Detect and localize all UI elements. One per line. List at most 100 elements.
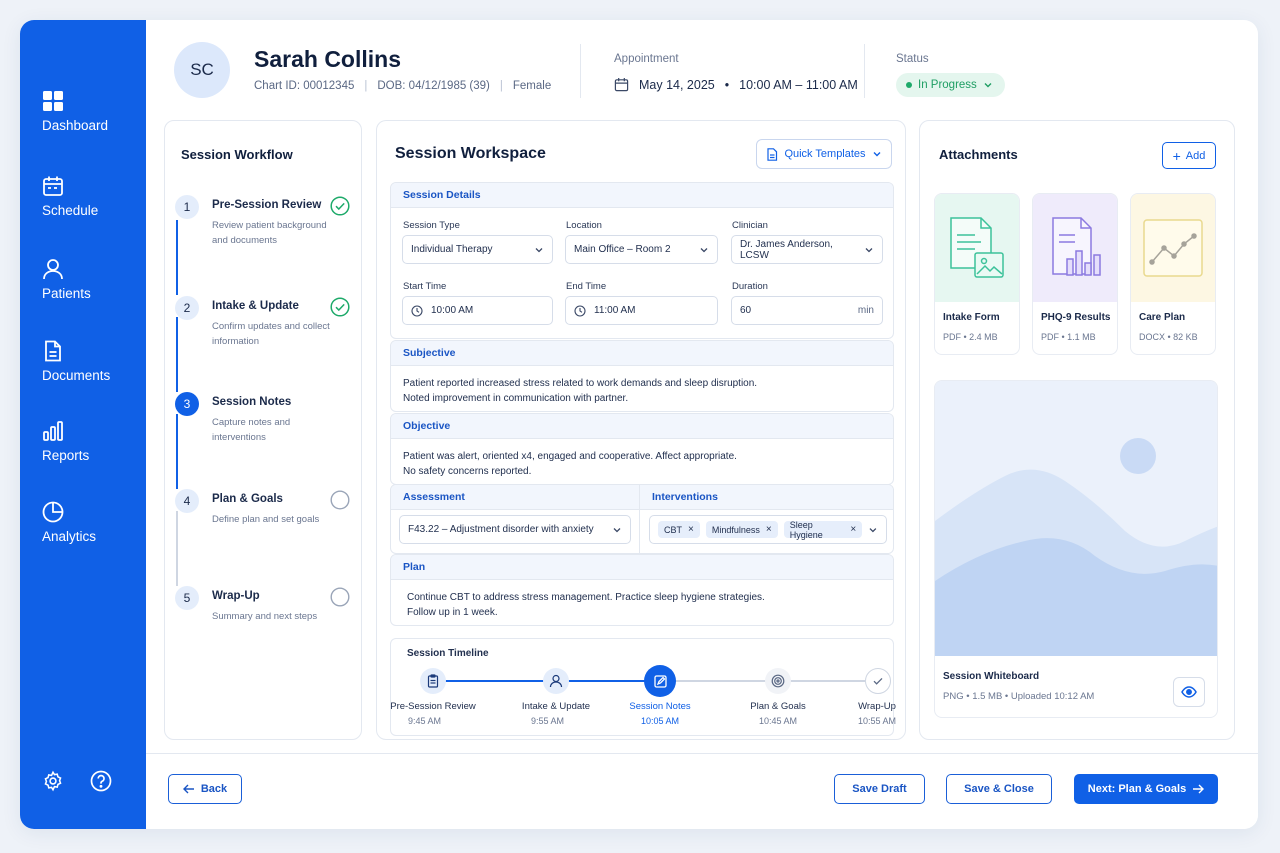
step-connector — [176, 511, 178, 586]
objective-text: Patient was alert, oriented x4, engaged … — [391, 439, 893, 484]
section-header: Session Details — [391, 183, 893, 208]
whiteboard-name: Session Whiteboard — [943, 671, 1040, 682]
assessment-select[interactable]: F43.22 – Adjustment disorder with anxiet… — [399, 515, 631, 544]
session-details-section: Session Details Session Type Individual … — [390, 182, 894, 339]
chip-label: Sleep Hygiene — [789, 519, 823, 540]
divider — [864, 44, 865, 98]
dob: DOB: 04/12/1985 (39) — [377, 80, 490, 92]
plan-section[interactable]: Plan Continue CBT to address stress mana… — [390, 554, 894, 626]
chevron-down-icon — [869, 527, 877, 532]
app-window: Dashboard Schedule Patients Documents Re… — [20, 20, 1258, 829]
objective-section[interactable]: Objective Patient was alert, oriented x4… — [390, 413, 894, 485]
interventions-multiselect[interactable]: CBT × Mindfulness × Sleep Hygiene × — [649, 515, 887, 544]
check-icon — [873, 677, 883, 685]
attachments-panel: Attachments + Add Intake Form PDF • 2.4 … — [919, 120, 1235, 740]
timeline-node-pre-session[interactable] — [420, 668, 446, 694]
remove-chip-icon[interactable]: × — [766, 524, 772, 535]
sidebar-item-label: Patients — [42, 286, 91, 301]
next-plan-goals-button[interactable]: Next: Plan & Goals — [1074, 774, 1218, 804]
file-meta: PDF • 1.1 MB — [1041, 332, 1096, 342]
workspace-title: Session Workspace — [395, 145, 546, 162]
divider — [639, 485, 640, 553]
remove-chip-icon[interactable]: × — [688, 524, 694, 535]
sidebar-item-documents[interactable]: Documents — [20, 340, 146, 383]
text-line: Noted improvement in communication with … — [403, 393, 629, 404]
text-line: No safety concerns reported. — [403, 466, 532, 477]
step-desc: Define plan and set goals — [212, 514, 320, 525]
timeline-time: 10:55 AM — [857, 716, 897, 726]
location-value: Main Office – Room 2 — [574, 244, 671, 255]
text-line: Patient was alert, oriented x4, engaged … — [403, 451, 737, 462]
save-draft-button[interactable]: Save Draft — [834, 774, 925, 804]
status-dot — [906, 82, 912, 88]
session-type-select[interactable]: Individual Therapy — [402, 235, 553, 264]
attachment-card-intake-form[interactable]: Intake Form PDF • 2.4 MB — [934, 193, 1020, 355]
appointment-value: May 14, 2025 • 10:00 AM – 11:00 AM — [614, 77, 858, 92]
gear-icon[interactable] — [42, 770, 64, 792]
save-draft-label: Save Draft — [852, 783, 907, 795]
timeline-time: 10:45 AM — [758, 716, 798, 726]
timeline-node-session-notes[interactable] — [644, 665, 676, 697]
step-title: Intake & Update — [212, 300, 299, 312]
appointment-time: 10:00 AM – 11:00 AM — [739, 77, 858, 92]
step-desc: Summary and next steps — [212, 611, 318, 622]
sidebar-item-dashboard[interactable]: Dashboard — [20, 90, 146, 133]
appointment-date: May 14, 2025 — [639, 77, 715, 92]
patient-meta: Chart ID: 00012345 | DOB: 04/12/1985 (39… — [254, 80, 551, 92]
location-select[interactable]: Main Office – Room 2 — [565, 235, 718, 264]
chevron-down-icon — [865, 247, 873, 252]
timeline-node-plan-goals[interactable] — [765, 668, 791, 694]
status-label: Status — [896, 53, 929, 65]
sidebar-item-reports[interactable]: Reports — [20, 420, 146, 463]
timeline-node-wrap-up[interactable] — [865, 668, 891, 694]
chart-id: Chart ID: 00012345 — [254, 80, 355, 92]
arrow-right-icon — [1193, 784, 1205, 794]
attachment-card-care-plan[interactable]: Care Plan DOCX • 82 KB — [1130, 193, 1216, 355]
add-attachment-button[interactable]: + Add — [1162, 142, 1216, 169]
file-name: Intake Form — [943, 312, 1000, 323]
chip-label: CBT — [664, 524, 682, 535]
sidebar-item-patients[interactable]: Patients — [20, 258, 146, 301]
sidebar-item-analytics[interactable]: Analytics — [20, 501, 146, 544]
preview-button[interactable] — [1173, 677, 1205, 707]
section-header: Plan — [391, 555, 893, 580]
back-button[interactable]: Back — [168, 774, 242, 804]
target-icon — [771, 674, 785, 688]
status-dropdown[interactable]: In Progress — [896, 73, 1005, 97]
attachment-card-phq9-results[interactable]: PHQ-9 Results PDF • 1.1 MB — [1032, 193, 1118, 355]
patient-name: Sarah Collins — [254, 46, 401, 72]
sidebar-item-schedule[interactable]: Schedule — [20, 175, 146, 218]
timeline-label-active: Session Notes — [629, 701, 691, 712]
remove-chip-icon[interactable]: × — [850, 524, 856, 535]
whiteboard-card[interactable]: Session Whiteboard PNG • 1.5 MB • Upload… — [934, 380, 1218, 718]
sidebar-item-label: Reports — [42, 448, 90, 463]
timeline-node-intake[interactable] — [543, 668, 569, 694]
pie-chart-icon — [42, 501, 64, 523]
separator: | — [364, 80, 368, 92]
end-time-input[interactable]: 11:00 AM — [565, 296, 718, 325]
separator: | — [499, 80, 503, 92]
help-icon[interactable] — [90, 770, 112, 792]
subjective-section[interactable]: Subjective Patient reported increased st… — [390, 340, 894, 412]
clinician-label: Clinician — [732, 220, 768, 231]
timeline-label: Wrap-Up — [858, 701, 896, 712]
clock-icon — [574, 304, 586, 317]
duration-input[interactable]: 60 min — [731, 296, 883, 325]
step-number: 5 — [175, 586, 199, 610]
quick-templates-label: Quick Templates — [784, 148, 866, 160]
step-connector — [176, 220, 178, 295]
separator: • — [724, 77, 730, 92]
start-time-input[interactable]: 10:00 AM — [402, 296, 553, 325]
quick-templates-button[interactable]: Quick Templates — [756, 139, 892, 169]
save-close-button[interactable]: Save & Close — [946, 774, 1052, 804]
clinician-select[interactable]: Dr. James Anderson, LCSW — [731, 235, 883, 264]
document-icon — [767, 147, 778, 161]
document-icon — [45, 340, 61, 362]
location-label: Location — [566, 220, 602, 231]
duration-label: Duration — [732, 281, 768, 292]
session-timeline: Session Timeline Pre-Session Review 9:45… — [390, 638, 897, 736]
sidebar: Dashboard Schedule Patients Documents Re… — [20, 20, 146, 829]
whiteboard-image — [935, 381, 1217, 656]
step-title: Session Notes — [212, 396, 292, 408]
step-title: Pre-Session Review — [212, 199, 322, 211]
